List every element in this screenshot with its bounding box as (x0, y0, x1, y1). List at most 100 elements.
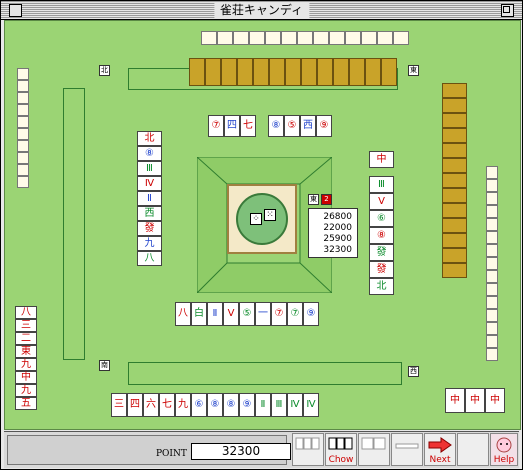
north-hand-tile (285, 58, 301, 86)
wall-tile (486, 348, 498, 361)
west-hand-tile: 九 (15, 384, 37, 397)
point-panel: POINT 32300 (7, 435, 291, 465)
mahjong-table: ⁘ ⁙ 東 2 26800 22000 25900 32300 北 東 南 西 … (4, 20, 521, 430)
wall-tile (17, 116, 29, 128)
wall-tile (486, 335, 498, 348)
hand-tile[interactable]: 四 (127, 393, 143, 417)
hand-tile[interactable]: ⑧ (223, 393, 239, 417)
east-discard-tile: Ⅲ (369, 176, 394, 193)
score-player-2: 22000 (323, 223, 352, 233)
north-discard-tile: ⑨ (316, 115, 332, 137)
seat-south: 南 (99, 360, 110, 371)
south-discard-tile: 白 (191, 302, 207, 326)
help-button[interactable]: Help (490, 433, 518, 466)
wall-tile (486, 296, 498, 309)
pon-button[interactable] (292, 433, 324, 466)
main-window: 雀荘キャンディ ⁘ ⁙ 東 2 26800 22000 25900 32300 … (0, 0, 523, 470)
north-hand-tile (301, 58, 317, 86)
wall-tile (249, 31, 265, 45)
die-2: ⁙ (264, 209, 276, 221)
hand-tile[interactable]: 三 (111, 393, 127, 417)
wall-tile (281, 31, 297, 45)
north-hand-tile (269, 58, 285, 86)
wall-tile (17, 152, 29, 164)
wall-tile (17, 104, 29, 116)
west-discard-tile: Ⅳ (137, 176, 162, 191)
south-discard-zone (128, 362, 402, 385)
wall-tile (486, 218, 498, 231)
wall-tile (361, 31, 377, 45)
title-bar[interactable]: 雀荘キャンディ (1, 1, 522, 20)
north-discard-tile: ⑦ (208, 115, 224, 137)
wall-tile (486, 179, 498, 192)
help-label: Help (493, 455, 515, 465)
help-character-icon (496, 437, 512, 453)
seat-east: 東 (408, 65, 419, 76)
reach-button[interactable] (391, 433, 423, 466)
score-player-4: 32300 (323, 245, 352, 255)
pon-icon (295, 437, 320, 450)
hand-tile[interactable]: Ⅲ (271, 393, 287, 417)
round-number-badge: 2 (321, 194, 332, 205)
west-discard-tile: 北 (137, 131, 162, 146)
north-hand-tile (349, 58, 365, 86)
wall-tile (486, 166, 498, 179)
status-bar: POINT 32300 Chow Next Help (4, 431, 519, 468)
east-hand-tile (442, 113, 467, 128)
wall-tile (486, 244, 498, 257)
east-discard-tile: 發 (369, 261, 394, 278)
west-discard-tile: 八 (137, 251, 162, 266)
east-hand-tile (442, 263, 467, 278)
wall-tile (17, 128, 29, 140)
hand-tile[interactable]: 九 (175, 393, 191, 417)
wall-tile (217, 31, 233, 45)
south-discard-tile: ⑨ (303, 302, 319, 326)
next-button[interactable]: Next (424, 433, 456, 466)
south-discard-tile: 一 (255, 302, 271, 326)
hand-tile[interactable]: Ⅱ (255, 393, 271, 417)
south-discard-tile: Ⅱ (207, 302, 223, 326)
wall-tile (393, 31, 409, 45)
north-discard-tile: 西 (300, 115, 316, 137)
next-label: Next (429, 455, 451, 465)
east-discard-tile: 北 (369, 278, 394, 295)
window-title: 雀荘キャンディ (213, 2, 310, 18)
north-discard-tile: ⑤ (284, 115, 300, 137)
hand-tile[interactable]: ⑧ (207, 393, 223, 417)
south-discard-tile: ⑦ (271, 302, 287, 326)
south-discard-tile: Ⅴ (223, 302, 239, 326)
kan-button[interactable] (358, 433, 390, 466)
north-hand-tile (253, 58, 269, 86)
west-discard-tile: 發 (137, 221, 162, 236)
hand-tile[interactable]: Ⅳ (303, 393, 319, 417)
west-hand-tile: 三 (15, 319, 37, 332)
west-hand-tile: 五 (15, 397, 37, 410)
zoom-box[interactable] (501, 4, 514, 17)
wall-tile (486, 270, 498, 283)
hand-tile[interactable]: 六 (143, 393, 159, 417)
north-hand-tile (365, 58, 381, 86)
east-discard-tile: 中 (369, 151, 394, 168)
north-hand-tile (221, 58, 237, 86)
ron-button[interactable] (457, 433, 489, 466)
north-hand-tile (333, 58, 349, 86)
wall-tile (17, 176, 29, 188)
east-hand-tile (442, 203, 467, 218)
east-hand-tile (442, 158, 467, 173)
seat-north: 北 (99, 65, 110, 76)
north-discard-tile: 四 (224, 115, 240, 137)
north-hand-tile (317, 58, 333, 86)
hand-tile[interactable]: Ⅳ (287, 393, 303, 417)
wall-tile (17, 68, 29, 80)
wall-tile (345, 31, 361, 45)
hand-tile[interactable]: ⑨ (239, 393, 255, 417)
east-hand-tile (442, 128, 467, 143)
hand-tile[interactable]: ⑥ (191, 393, 207, 417)
close-box[interactable] (9, 4, 22, 17)
point-value: 32300 (191, 443, 291, 460)
north-hand-tile (381, 58, 397, 86)
wall-tile (297, 31, 313, 45)
chow-button[interactable]: Chow (325, 433, 357, 466)
wall-tile (377, 31, 393, 45)
hand-tile[interactable]: 七 (159, 393, 175, 417)
